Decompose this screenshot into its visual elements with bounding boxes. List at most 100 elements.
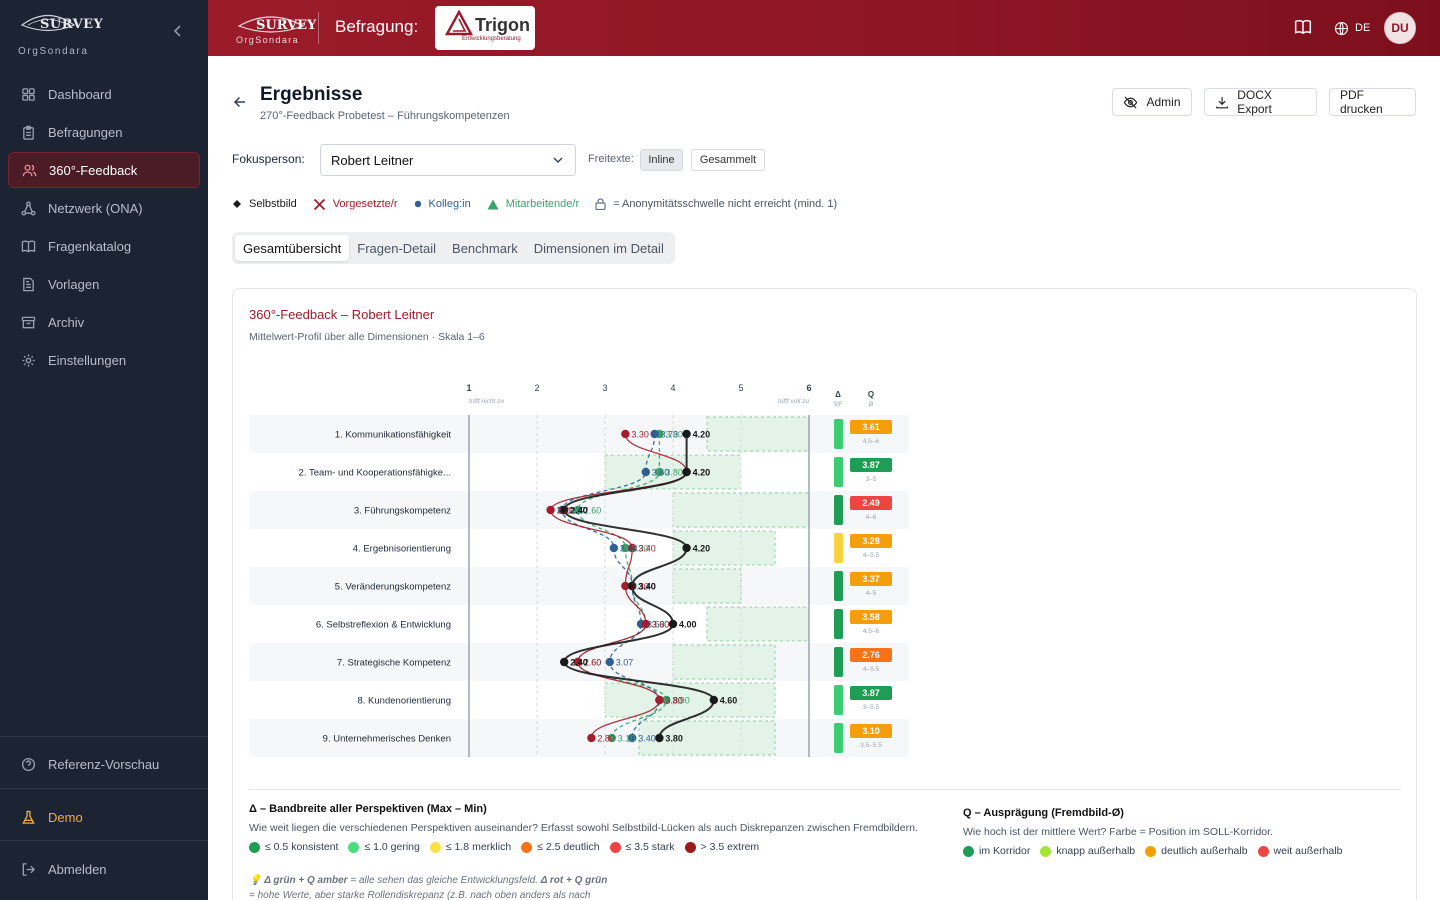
dimension-label: 9. Unternehmerisches Denken [323,734,451,745]
freitexte-gesammelt-toggle[interactable]: Gesammelt [691,149,765,171]
soll-corridor [672,644,776,680]
colleague-value-label: 3.60 [652,468,670,478]
legend-supervisor-label: Vorgesetzte/r [332,198,398,210]
q-chip: deutlich außerhalb [1145,845,1248,857]
q-value: 2.76 [862,650,880,660]
legend-anonymity-label: = Anonymitätsschwelle nicht erreicht (mi… [613,198,838,210]
results-tabs: Gesamtübersicht Fragen-Detail Benchmark … [232,232,675,264]
legend-employee: Mitarbeitende/r [487,198,579,210]
legend-colleague: Kolleg:in [414,198,471,210]
dimension-label: 5. Veränderungskompetenz [335,582,451,593]
sidebar: SURVEY OrgSondara Dashboard Befragungen … [0,0,208,900]
sidebar-item-label: Vorlagen [48,276,100,292]
supervisor-point [655,695,664,705]
color-dot [609,841,621,853]
supervisor-value-label: 3.40 [638,544,656,554]
sidebar-item-demo[interactable]: Demo [8,799,200,835]
tab-fragen-detail[interactable]: Fragen-Detail [349,235,444,261]
card-divider [249,789,1401,790]
q-corridor-label: 4–5.5 [863,666,880,673]
dimension-label: 2. Team- und Kooperationsfähigke... [299,468,451,479]
sidebar-item-label: Archiv [48,314,85,330]
docx-export-button[interactable]: DOCX Export [1204,88,1317,116]
scale-high-label: trifft voll zu [778,398,809,405]
q-value: 2.49 [862,498,880,508]
sidebar-item-fragenkatalog[interactable]: Fragenkatalog [8,228,200,264]
delta-chip: > 3.5 extrem [684,841,760,853]
sidebar-item-netzwerk[interactable]: Netzwerk (ONA) [8,190,200,226]
colleague-value-label: 3.13 [620,544,638,554]
collapse-sidebar-button[interactable] [170,22,186,42]
sidebar-item-referenz-vorschau[interactable]: Referenz-Vorschau [8,746,200,782]
arrow-left-icon [233,96,245,108]
supervisor-point [621,429,630,439]
supervisor-value-label: 3.30 [631,430,649,440]
delta-chip: ≤ 2.5 deutlich [521,841,600,853]
pdf-print-label: PDF drucken [1340,88,1383,116]
delta-chip-label: > 3.5 extrem [700,841,760,853]
scale-tick-label: 2 [534,383,539,393]
q-chip-label: weit außerhalb [1273,845,1343,857]
q-explain-text: Wie hoch ist der mittlere Wert? Farbe = … [963,826,1273,838]
tab-benchmark[interactable]: Benchmark [444,235,526,261]
sidebar-item-vorlagen[interactable]: Vorlagen [8,266,200,302]
sidebar-item-label: Netzwerk (ONA) [48,200,143,216]
self-value-label: 2.40 [570,658,588,668]
delta-indicator [834,495,843,525]
sidebar-item-archiv[interactable]: Archiv [8,304,200,340]
tip-text-2: = hohe Werte, aber starke Rollendiskrepa… [249,890,591,900]
soll-corridor [672,568,742,604]
docs-button[interactable] [1294,18,1312,36]
client-name: Trigon [475,15,530,35]
topbar-logo[interactable]: SURVEY OrgSondara [236,8,316,48]
pdf-print-button[interactable]: PDF drucken [1329,88,1416,116]
self-value-label: 4.20 [693,430,711,440]
q-chip: knapp außerhalb [1040,845,1135,857]
self-point [668,619,678,629]
q-corridor-label: 4.5–6 [863,628,880,635]
colleague-value-label: 3.73 [661,430,679,440]
chevron-down-icon [553,157,563,163]
freitexte-inline-toggle[interactable]: Inline [640,149,683,171]
topbar-brand: SURVEY [256,18,317,33]
admin-button[interactable]: Admin [1112,88,1192,116]
colleague-value-label: 3.40 [638,734,656,744]
survey-label: Befragung: [335,17,419,36]
sidebar-item-dashboard[interactable]: Dashboard [8,76,200,112]
chevron-left-icon [173,25,181,37]
user-avatar[interactable]: DU [1384,12,1416,44]
sidebar-brand: SURVEY [40,17,104,32]
sidebar-item-label: Demo [48,809,83,825]
sidebar-item-befragungen[interactable]: Befragungen [8,114,200,150]
scale-tick-label: 3 [602,383,607,393]
dimension-label: 1. Kommunikationsfähigkeit [335,430,452,441]
self-point [655,733,664,743]
color-dot [1257,845,1269,857]
q-chip: im Korridor [963,845,1030,857]
sidebar-logo[interactable]: SURVEY OrgSondara [18,10,138,58]
legend-self-label: Selbstbild [249,198,297,210]
colleague-point [609,543,619,553]
flask-icon [20,809,36,825]
focus-person-label: Fokusperson: [232,152,305,166]
delta-explain-text: Wie weit liegen die verschiedenen Perspe… [249,822,918,834]
scale-tick-label: 5 [738,383,743,393]
language-switcher[interactable]: DE [1334,18,1384,38]
sidebar-item-360-feedback[interactable]: 360°-Feedback [8,152,200,188]
focus-person-select[interactable]: Robert Leitner [320,144,576,176]
tab-dimensionen-im-detail[interactable]: Dimensionen im Detail [526,235,672,261]
self-point [682,543,691,553]
back-button[interactable] [232,94,248,110]
tab-gesamtuebersicht[interactable]: Gesamtübersicht [235,235,350,261]
dimension-label: 6. Selbstreflexion & Entwicklung [316,620,451,631]
q-value: 3.58 [862,612,880,622]
q-corridor-label: 3.5–5.5 [860,742,882,749]
colleague-point [641,467,650,477]
color-dot [1040,845,1052,857]
delta-chip-label: ≤ 0.5 konsistent [265,841,339,853]
sidebar-item-abmelden[interactable]: Abmelden [8,851,200,887]
sidebar-item-einstellungen[interactable]: Einstellungen [8,342,200,378]
cross-marker-icon [313,198,326,211]
q-corridor-label: 4–5 [866,590,877,597]
sidebar-item-label: Befragungen [48,124,123,140]
